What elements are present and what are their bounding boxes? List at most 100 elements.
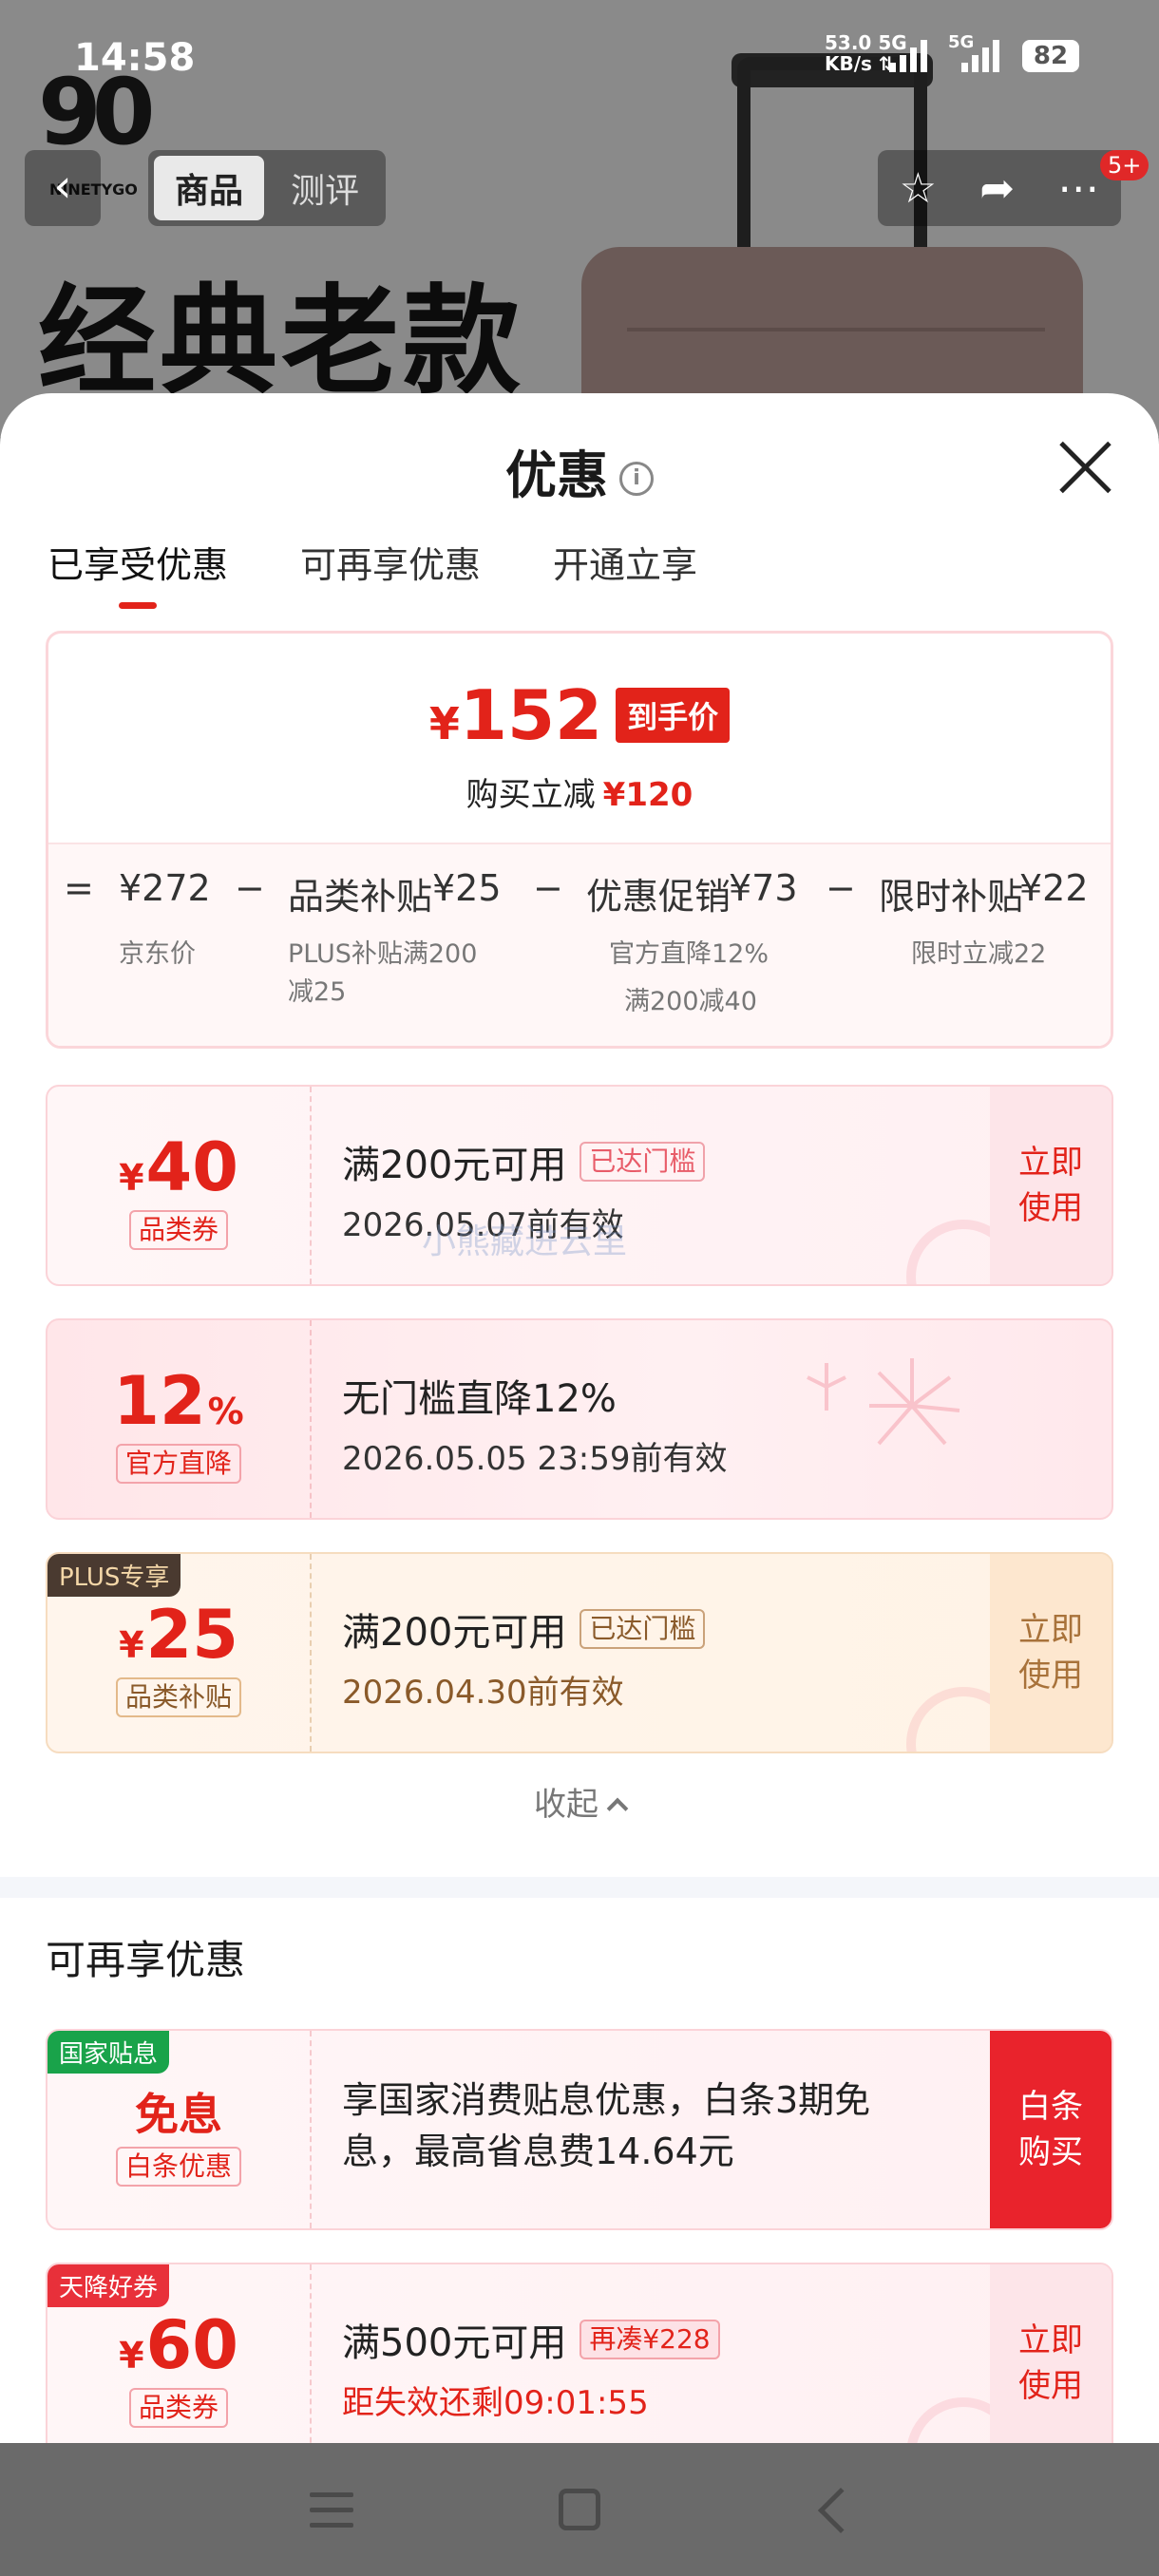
- offer-divider: [310, 2031, 312, 2228]
- item2-label: 优惠促销: [586, 876, 732, 918]
- coupon-condition: 满200元可用: [342, 1611, 567, 1655]
- action-line-1: 立即: [1018, 1611, 1083, 1649]
- more-icon[interactable]: ⋯: [1057, 164, 1099, 213]
- discount-tabs: 已享受优惠 可再享优惠 开通立享: [48, 536, 697, 609]
- price-breakdown: = ¥272 − 品类补贴 ¥25 − 优惠促销 ¥73 − 限时补贴 ¥22 …: [48, 843, 1111, 1046]
- sheet-title: 优惠: [505, 445, 608, 505]
- use-now-button[interactable]: 立即 使用: [990, 1087, 1112, 1284]
- item1-sub-1: PLUS补贴满200: [288, 939, 478, 969]
- yen-symbol: ¥: [119, 1157, 144, 1199]
- battery-icon: 82: [1022, 40, 1079, 72]
- coupon-countdown: 距失效还剩09:01:55: [342, 2384, 649, 2422]
- status-bar: 14:58 53.0 5G KB/s ⇅ 5G 82: [0, 28, 1159, 85]
- action-line-2: 使用: [1018, 1189, 1083, 1227]
- baitiao-buy-button[interactable]: 白条 购买: [990, 2031, 1112, 2228]
- threshold-badge: 已达门槛: [580, 1609, 706, 1649]
- suitcase-ridge: [627, 328, 1045, 331]
- coupon-type: 官方直降: [115, 1444, 241, 1484]
- coupon-left: 12% 官方直降: [48, 1320, 310, 1518]
- coupon-amount: ¥60: [48, 2306, 310, 2384]
- offer-headline: 免息: [135, 2089, 222, 2140]
- item3-value: ¥22: [1019, 867, 1089, 909]
- coupon-type: 品类券: [128, 1210, 228, 1250]
- item3-sub: 限时立减22: [911, 939, 1047, 969]
- amount-value: 60: [145, 2306, 238, 2384]
- reduce-row: 购买立减 ¥120: [48, 768, 1111, 815]
- coupon-validity: 2026.05.05 23:59前有效: [342, 1440, 728, 1478]
- coupon-divider: [310, 1554, 312, 1752]
- tab-product[interactable]: 商品: [154, 156, 264, 220]
- reduce-label: 购买立减: [466, 776, 596, 814]
- base-label: 京东价: [119, 939, 196, 969]
- back-button[interactable]: ‹: [25, 150, 101, 226]
- star-icon[interactable]: ☆: [900, 164, 937, 213]
- minus-sign-3: −: [826, 867, 856, 909]
- action-bar: ☆ ➦ ⋯: [878, 150, 1121, 226]
- coupon-condition: 无门槛直降12%: [342, 1377, 617, 1421]
- action-line-1: 立即: [1018, 2321, 1083, 2359]
- close-icon[interactable]: [1056, 439, 1113, 496]
- chevron-left-icon: ‹: [53, 160, 72, 213]
- coupon-condition: 满500元可用: [342, 2321, 567, 2365]
- final-price: 152: [459, 675, 603, 755]
- calc-row: = ¥272 − 品类补贴 ¥25 − 优惠促销 ¥73 − 限时补贴 ¥22: [48, 867, 1111, 924]
- price-summary-card: ¥ 152 到手价 购买立减 ¥120 = ¥272 − 品类补贴 ¥25 − 优…: [46, 631, 1113, 1049]
- tab-more-available[interactable]: 可再享优惠: [300, 536, 481, 609]
- more-section-title: 可再享优惠: [46, 1937, 246, 1983]
- use-now-button[interactable]: 立即 使用: [990, 1554, 1112, 1752]
- item3-label: 限时补贴: [879, 876, 1024, 918]
- back-icon[interactable]: [817, 2487, 864, 2534]
- coupon-validity: 2026.04.30前有效: [342, 1674, 624, 1712]
- share-icon[interactable]: ➦: [979, 164, 1015, 213]
- system-nav-bar: [0, 2443, 1159, 2576]
- amount-value: 25: [145, 1596, 238, 1674]
- percent-sign: %: [207, 1391, 244, 1432]
- amount-value: 12: [113, 1362, 206, 1440]
- sheet-title-row: 优惠 i: [0, 433, 1159, 508]
- coupon-amount: 12%: [48, 1362, 310, 1440]
- minus-sign-2: −: [533, 867, 563, 909]
- net-speed-value: 53.0: [825, 31, 872, 54]
- collapse-label: 收起: [534, 1786, 598, 1824]
- coupon-card: 12% 官方直降 无门槛直降12% 2026.05.05 23:59前有效: [46, 1318, 1113, 1520]
- signal-icon-2: [961, 40, 999, 72]
- use-now-button[interactable]: 立即 使用: [990, 2264, 1112, 2443]
- offer-desc-1: 享国家消费贴息优惠，白条3期免: [342, 2079, 871, 2121]
- coupon-type: 品类券: [128, 2388, 228, 2428]
- tab-activate[interactable]: 开通立享: [553, 536, 697, 609]
- info-icon[interactable]: i: [619, 462, 654, 497]
- tab-enjoyed[interactable]: 已享受优惠: [48, 536, 228, 609]
- coupon-left: ¥25 品类补贴: [48, 1554, 310, 1752]
- coupon-divider: [310, 1320, 312, 1518]
- reduce-amount: ¥120: [602, 776, 694, 814]
- final-price-tag: 到手价: [616, 688, 731, 743]
- summary-top: ¥ 152 到手价 购买立减 ¥120: [48, 634, 1111, 843]
- tab-review[interactable]: 测评: [270, 156, 380, 220]
- offer-desc-2: 息，最高省息费14.64元: [342, 2131, 734, 2172]
- discount-sheet: 优惠 i 已享受优惠 可再享优惠 开通立享 ¥ 152 到手价 购买立减 ¥120 …: [0, 393, 1159, 2443]
- threshold-badge: 已达门槛: [580, 1142, 706, 1182]
- offer-details: 享国家消费贴息优惠，白条3期免 息，最高省息费14.64元: [342, 2074, 950, 2177]
- coupon-card: 天降好券 ¥60 品类券 满500元可用 再凑¥228 距失效还剩09:01:55…: [46, 2263, 1113, 2443]
- item2-value: ¥73: [729, 867, 798, 909]
- coupon-divider: [310, 2264, 312, 2443]
- menu-icon[interactable]: [310, 2492, 353, 2530]
- yen-symbol: ¥: [119, 1624, 144, 1666]
- offer-left: 免息 白条优惠: [48, 2031, 310, 2228]
- product-page-background: 14:58 53.0 5G KB/s ⇅ 5G 82 90 NINETYGO ‹…: [0, 0, 1159, 437]
- cart-badge: 5+: [1100, 150, 1150, 180]
- coupon-condition: 满200元可用: [342, 1144, 567, 1187]
- coupon-amount: ¥40: [48, 1128, 310, 1206]
- coupon-type: 品类补贴: [115, 1677, 241, 1717]
- coupon-left: ¥40 品类券: [48, 1087, 310, 1284]
- base-price: ¥272: [119, 867, 211, 909]
- collapse-button[interactable]: 收起: [0, 1778, 1159, 1825]
- fireworks-decoration-icon: [807, 1358, 960, 1446]
- signal-icon-1: [889, 40, 927, 72]
- coupon-left: ¥60 品类券: [48, 2264, 310, 2443]
- item1-sub-2: 减25: [288, 977, 347, 1007]
- item2-sub-2: 满200减40: [624, 987, 757, 1016]
- home-icon[interactable]: [559, 2489, 600, 2530]
- net-speed-unit: KB/s: [825, 52, 872, 75]
- hero-title: 经典老款: [38, 274, 525, 410]
